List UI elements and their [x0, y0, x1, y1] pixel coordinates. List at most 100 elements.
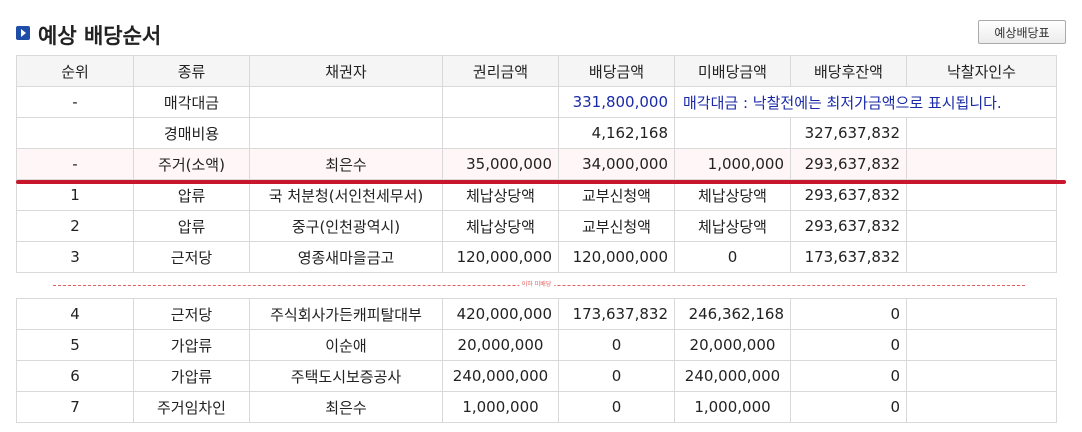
- column-header-right-amount: 권리금액: [442, 55, 559, 87]
- cell-balance: 0: [790, 298, 907, 330]
- cell-dividend: 120,000,000: [558, 241, 675, 273]
- column-header-creditor: 채권자: [249, 55, 443, 87]
- red-highlight-line: [16, 180, 1066, 184]
- column-header-rank: 순위: [16, 55, 134, 87]
- cell-rank: -: [16, 148, 134, 180]
- cell-dividend: 4,162,168: [558, 117, 675, 149]
- cell-undivided: [674, 117, 791, 149]
- cell-dividend: 교부신청액: [558, 210, 675, 242]
- cell-balance: 173,637,832: [790, 241, 907, 273]
- cell-right-amount: 240,000,000: [442, 360, 559, 392]
- cell-type: 경매비용: [133, 117, 250, 149]
- cell-rank: [16, 117, 134, 149]
- cell-right-amount: 체납상당액: [442, 179, 559, 211]
- cell-undivided: 체납상당액: [674, 179, 791, 211]
- column-header-dividend: 배당금액: [558, 55, 675, 87]
- cell-takeover: [906, 241, 1057, 273]
- cell-balance: 293,637,832: [790, 179, 907, 211]
- section-header: 예상 배당순서 예상배당표: [16, 18, 1066, 50]
- cell-creditor: 영종새마을금고: [249, 241, 443, 273]
- cell-balance: 293,637,832: [790, 148, 907, 180]
- cell-creditor: [249, 86, 443, 118]
- cell-type: 매각대금: [133, 86, 250, 118]
- cell-takeover: [906, 360, 1057, 392]
- cell-undivided: 0: [674, 241, 791, 273]
- cell-rank: 6: [16, 360, 134, 392]
- cell-balance: 327,637,832: [790, 117, 907, 149]
- table-row: 1 압류 국 처분청(서인천세무서) 체납상당액 교부신청액 체납상당액 293…: [16, 179, 1057, 211]
- table-row: - 주거(소액) 최은수 35,000,000 34,000,000 1,000…: [16, 148, 1057, 180]
- cell-creditor: 주식회사가든캐피탈대부: [249, 298, 443, 330]
- cell-balance: 0: [790, 391, 907, 423]
- cell-rank: -: [16, 86, 134, 118]
- cell-creditor: 최은수: [249, 148, 443, 180]
- table-row: 2 압류 중구(인천광역시) 체납상당액 교부신청액 체납상당액 293,637…: [16, 210, 1057, 242]
- cell-dividend: 0: [558, 360, 675, 392]
- sale-price-notice: 매각대금 : 낙찰전에는 최저가금액으로 표시됩니다.: [674, 86, 1057, 118]
- cell-right-amount: 420,000,000: [442, 298, 559, 330]
- dividend-order-table: 순위 종류 채권자 권리금액 배당금액 미배당금액 배당후잔액 낙찰자인수 - …: [16, 55, 1057, 423]
- cell-rank: 3: [16, 241, 134, 273]
- cell-type: 가압류: [133, 360, 250, 392]
- cell-creditor: 주택도시보증공사: [249, 360, 443, 392]
- cell-type: 근저당: [133, 241, 250, 273]
- cell-balance: 0: [790, 360, 907, 392]
- cell-dividend: 0: [558, 391, 675, 423]
- table-row: - 매각대금 331,800,000 매각대금 : 낙찰전에는 최저가금액으로 …: [16, 86, 1057, 118]
- cell-right-amount: 1,000,000: [442, 391, 559, 423]
- separator-cell: 이하 미배당: [16, 272, 1057, 299]
- cell-dividend: 교부신청액: [558, 179, 675, 211]
- column-header-undivided: 미배당금액: [674, 55, 791, 87]
- cell-type: 압류: [133, 210, 250, 242]
- cell-takeover: [906, 179, 1057, 211]
- page-title: 예상 배당순서: [38, 24, 162, 48]
- cell-takeover: [906, 329, 1057, 361]
- cell-balance: 0: [790, 329, 907, 361]
- cell-type: 근저당: [133, 298, 250, 330]
- cell-type: 가압류: [133, 329, 250, 361]
- cell-creditor: 국 처분청(서인천세무서): [249, 179, 443, 211]
- column-header-takeover: 낙찰자인수: [906, 55, 1057, 87]
- cell-takeover: [906, 391, 1057, 423]
- column-header-balance: 배당후잔액: [790, 55, 907, 87]
- cell-creditor: 이순애: [249, 329, 443, 361]
- section-bullet-icon: [16, 26, 30, 40]
- table-row: 6 가압류 주택도시보증공사 240,000,000 0 240,000,000…: [16, 360, 1057, 392]
- cell-undivided: 체납상당액: [674, 210, 791, 242]
- table-row: 4 근저당 주식회사가든캐피탈대부 420,000,000 173,637,83…: [16, 298, 1057, 330]
- cell-dividend: 331,800,000: [558, 86, 675, 118]
- cell-rank: 2: [16, 210, 134, 242]
- column-header-type: 종류: [133, 55, 250, 87]
- cell-dividend: 34,000,000: [558, 148, 675, 180]
- cell-dividend: 0: [558, 329, 675, 361]
- cell-type: 주거(소액): [133, 148, 250, 180]
- cell-right-amount: 120,000,000: [442, 241, 559, 273]
- cell-rank: 4: [16, 298, 134, 330]
- cell-takeover: [906, 117, 1057, 149]
- table-header-row: 순위 종류 채권자 권리금액 배당금액 미배당금액 배당후잔액 낙찰자인수: [16, 55, 1057, 87]
- expected-dividend-table-button[interactable]: 예상배당표: [978, 20, 1066, 44]
- table-row: 5 가압류 이순애 20,000,000 0 20,000,000 0: [16, 329, 1057, 361]
- table-row: 경매비용 4,162,168 327,637,832: [16, 117, 1057, 149]
- cell-right-amount: [442, 117, 559, 149]
- cell-rank: 1: [16, 179, 134, 211]
- cell-undivided: 246,362,168: [674, 298, 791, 330]
- cell-creditor: [249, 117, 443, 149]
- table-row: 3 근저당 영종새마을금고 120,000,000 120,000,000 0 …: [16, 241, 1057, 273]
- cell-takeover: [906, 210, 1057, 242]
- cell-dividend: 173,637,832: [558, 298, 675, 330]
- cell-creditor: 중구(인천광역시): [249, 210, 443, 242]
- undivided-separator-row: 이하 미배당: [16, 272, 1057, 299]
- cell-rank: 7: [16, 391, 134, 423]
- cell-creditor: 최은수: [249, 391, 443, 423]
- cell-type: 주거임차인: [133, 391, 250, 423]
- cell-undivided: 240,000,000: [674, 360, 791, 392]
- table-row: 7 주거임차인 최은수 1,000,000 0 1,000,000 0: [16, 391, 1057, 423]
- cell-rank: 5: [16, 329, 134, 361]
- cell-undivided: 1,000,000: [674, 391, 791, 423]
- cell-right-amount: [442, 86, 559, 118]
- cell-undivided: 1,000,000: [674, 148, 791, 180]
- cell-takeover: [906, 148, 1057, 180]
- cell-undivided: 20,000,000: [674, 329, 791, 361]
- cell-takeover: [906, 298, 1057, 330]
